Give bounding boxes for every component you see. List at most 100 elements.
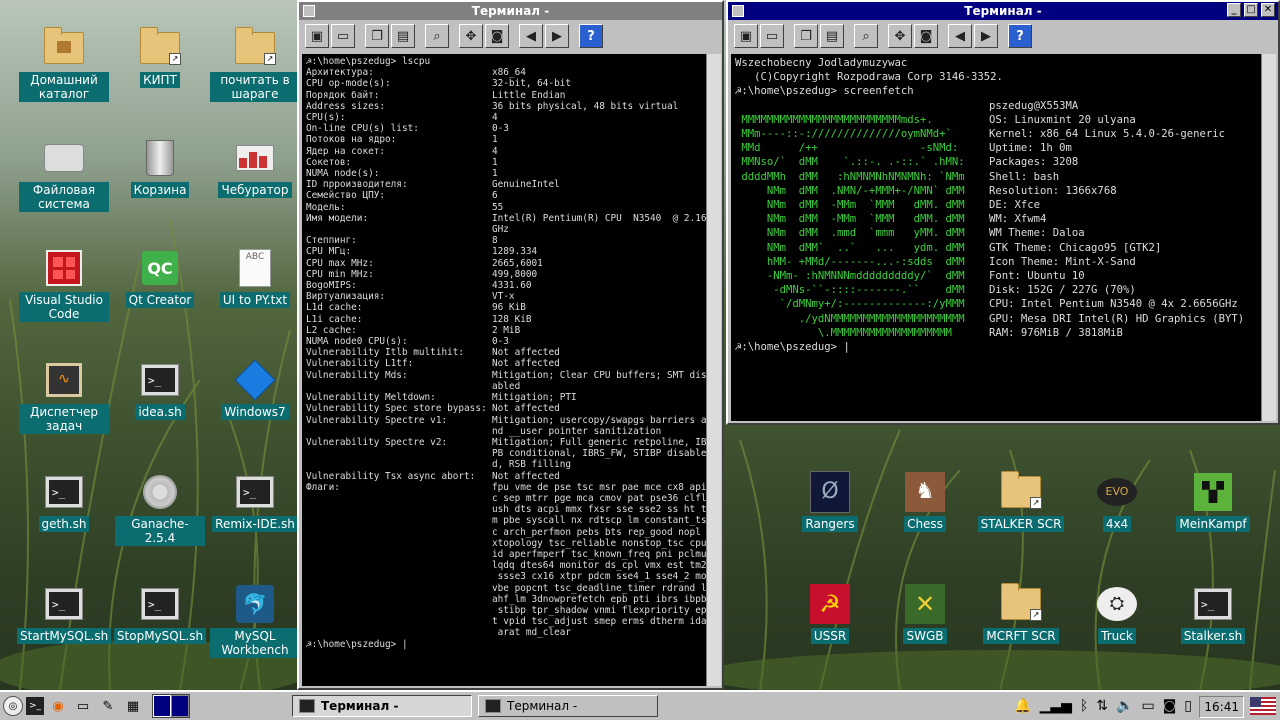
terminal-line: Vulnerability Mds: Mitigation; Clear CPU … xyxy=(306,369,706,381)
paste-icon[interactable]: ▤ xyxy=(391,24,415,48)
desktop-icon-ui-to-py-txt[interactable]: ABC UI to PY.txt xyxy=(210,248,300,308)
terminal-script-icon: >_ xyxy=(1193,584,1233,624)
text-file-icon: ABC xyxy=(235,248,275,288)
desktop-icon-stalker-sh[interactable]: >_ Stalker.sh xyxy=(1168,584,1258,644)
notification-bell-icon[interactable]: 🔔 xyxy=(1014,698,1031,714)
folder-link-icon: ↗ xyxy=(1001,471,1042,512)
desktop-icon-диспетчер-задач[interactable]: ∿ Диспетчер задач xyxy=(19,360,109,434)
search-icon[interactable]: ⌕ xyxy=(425,24,449,48)
help-icon[interactable]: ? xyxy=(1008,24,1032,48)
desktop-icon-stopmysql-sh[interactable]: >_ StopMySQL.sh xyxy=(113,584,207,644)
terminal-line: GHz xyxy=(492,224,509,236)
terminal-line: c sep mtrr pge mca cmov pat pse36 clfl xyxy=(492,492,706,504)
search-icon[interactable]: ⌕ xyxy=(854,24,878,48)
file-manager-icon[interactable]: ▭ xyxy=(72,695,94,717)
new-tab-icon[interactable]: ▣ xyxy=(734,24,758,48)
copy-icon[interactable]: ❐ xyxy=(794,24,818,48)
window-menu-icon[interactable] xyxy=(732,5,744,17)
workspace-switcher[interactable] xyxy=(152,694,190,718)
desktop-icon-idea-sh[interactable]: >_ idea.sh xyxy=(115,360,205,420)
desktop-icon-4x4[interactable]: EVO 4x4 xyxy=(1072,472,1162,532)
desktop-icon-geth-sh[interactable]: >_ geth.sh xyxy=(19,472,109,532)
screenshot-tray-icon[interactable]: ◙ xyxy=(1163,698,1177,714)
fullscreen-icon[interactable]: ✥ xyxy=(459,24,483,48)
desktop-icon-remix-ide-sh[interactable]: >_ Remix-IDE.sh xyxy=(210,472,300,532)
keyboard-layout-flag-icon[interactable] xyxy=(1250,697,1276,715)
terminal-line: hMM- +MMd/-------...-:sdds dMM Icon Theme… xyxy=(735,255,1136,268)
calculator-icon[interactable]: ▦ xyxy=(122,695,144,717)
scrollbar[interactable] xyxy=(1261,54,1276,421)
power-icon[interactable]: ▯ xyxy=(1184,698,1192,714)
volume-icon[interactable]: 🔈 xyxy=(1116,698,1133,714)
terminal-line: Ядер на сокет: 4 xyxy=(306,145,498,157)
new-window-icon[interactable]: ▭ xyxy=(760,24,784,48)
mint-menu-icon[interactable]: ◎ xyxy=(3,696,23,716)
terminal-line: Сокетов: 1 xyxy=(306,156,498,168)
taskbar-task-terminal-2[interactable]: Терминал - xyxy=(478,695,658,717)
battery-icon[interactable]: ▭ xyxy=(1141,698,1154,714)
text-editor-icon[interactable]: ✎ xyxy=(97,695,119,717)
copy-icon[interactable]: ❐ xyxy=(365,24,389,48)
folder-link-icon: ↗ xyxy=(1001,583,1042,624)
scrollbar[interactable] xyxy=(706,54,721,686)
desktop-icon-ganache-2-5-4[interactable]: Ganache-2.5.4 xyxy=(115,472,205,546)
firefox-icon[interactable]: ◉ xyxy=(47,695,69,717)
close-button[interactable]: ✕ xyxy=(1261,3,1275,17)
maximize-button[interactable]: □ xyxy=(1244,3,1258,17)
desktop-icon-visual-studio-code[interactable]: Visual Studio Code xyxy=(19,248,109,322)
desktop-icon-stalker-scr[interactable]: ↗ STALKER SCR xyxy=(976,471,1066,532)
terminal-line: Виртуализация: VT-x xyxy=(306,291,515,303)
terminal-window-left[interactable]: Терминал - ▣ ▭ ❐ ▤ ⌕ ✥ ◙ ◀ ▶ ? ☭:\home\p… xyxy=(297,0,724,690)
desktop-icon-корзина[interactable]: Корзина xyxy=(115,138,205,198)
desktop-icon-label: geth.sh xyxy=(38,516,90,532)
prev-tab-icon[interactable]: ◀ xyxy=(948,24,972,48)
desktop-icon-windows7[interactable]: Windows7 xyxy=(210,359,300,420)
workspace-2[interactable] xyxy=(171,695,189,717)
network-icon[interactable]: ⇅ xyxy=(1096,698,1108,714)
desktop-icon-swgb[interactable]: ✕ SWGB xyxy=(880,584,970,644)
desktop-icon-файловая-система[interactable]: Файловая система xyxy=(19,138,109,212)
desktop-icon-chess[interactable]: ♞ Chess xyxy=(880,472,970,532)
paste-icon[interactable]: ▤ xyxy=(820,24,844,48)
terminal-output[interactable]: Wszechobecny Jodladymuzywac (C)Copyright… xyxy=(731,54,1261,421)
terminal-launcher-icon[interactable]: >_ xyxy=(26,697,44,715)
desktop-icon-mcrft-scr[interactable]: ↗ MCRFT SCR xyxy=(976,583,1066,644)
prev-tab-icon[interactable]: ◀ xyxy=(519,24,543,48)
signal-icon[interactable]: ▁▃▅ xyxy=(1040,698,1072,714)
desktop-icon-домашний-каталог[interactable]: Домашний каталог xyxy=(19,27,109,102)
desktop-icon-rangers[interactable]: Ø Rangers xyxy=(785,471,875,532)
next-tab-icon[interactable]: ▶ xyxy=(545,24,569,48)
desktop-icon-truck[interactable]: ⛭ Truck xyxy=(1072,584,1162,644)
bluetooth-icon[interactable]: ᛒ xyxy=(1080,698,1088,714)
terminal-output[interactable]: ☭:\home\pszedug> lscpu Архитектура: x86_64… xyxy=(302,54,706,686)
minimize-button[interactable]: _ xyxy=(1227,3,1241,17)
desktop-icon-почитать-в-шараге[interactable]: ↗ почитать в шараге xyxy=(210,27,300,102)
workspace-1[interactable] xyxy=(153,695,171,717)
cursor: | xyxy=(843,341,850,354)
terminal-window-right[interactable]: Терминал - _ □ ✕ ▣ ▭ ❐ ▤ ⌕ ✥ ◙ ◀ ▶ ? Wsz… xyxy=(726,0,1280,425)
terminal-line: nd __user pointer sanitization xyxy=(492,425,662,437)
desktop-icon-чебуратор[interactable]: Чебуратор xyxy=(210,138,300,198)
help-icon[interactable]: ? xyxy=(579,24,603,48)
screenshot-icon[interactable]: ◙ xyxy=(485,24,509,48)
new-tab-icon[interactable]: ▣ xyxy=(305,24,329,48)
new-window-icon[interactable]: ▭ xyxy=(331,24,355,48)
desktop-icon-mysql-workbench[interactable]: 🐬 MySQL Workbench xyxy=(210,584,300,658)
desktop-icon-meinkampf[interactable]: MeinKampf xyxy=(1168,472,1258,532)
title-bar[interactable]: Терминал - _ □ ✕ xyxy=(728,2,1278,20)
taskbar-task-terminal-1[interactable]: Терминал - xyxy=(292,695,472,717)
terminal-line: On-line CPU(s) list: 0-3 xyxy=(306,123,509,135)
screenshot-icon[interactable]: ◙ xyxy=(914,24,938,48)
desktop-icon-label: почитать в шараге xyxy=(210,72,300,102)
next-tab-icon[interactable]: ▶ xyxy=(974,24,998,48)
rangers-icon: Ø xyxy=(810,471,850,513)
title-bar[interactable]: Терминал - xyxy=(299,2,722,20)
fullscreen-icon[interactable]: ✥ xyxy=(888,24,912,48)
desktop-icon-кипт[interactable]: ↗ КИПТ xyxy=(115,27,205,88)
clock[interactable]: 16:41 xyxy=(1199,696,1244,718)
window-menu-icon[interactable] xyxy=(303,5,315,17)
terminal-line: BogoMIPS: 4331.60 xyxy=(306,280,532,292)
desktop-icon-ussr[interactable]: ☭ USSR xyxy=(785,584,875,644)
desktop-icon-startmysql-sh[interactable]: >_ StartMySQL.sh xyxy=(17,584,111,644)
desktop-icon-qt-creator[interactable]: QC Qt Creator xyxy=(115,248,205,308)
